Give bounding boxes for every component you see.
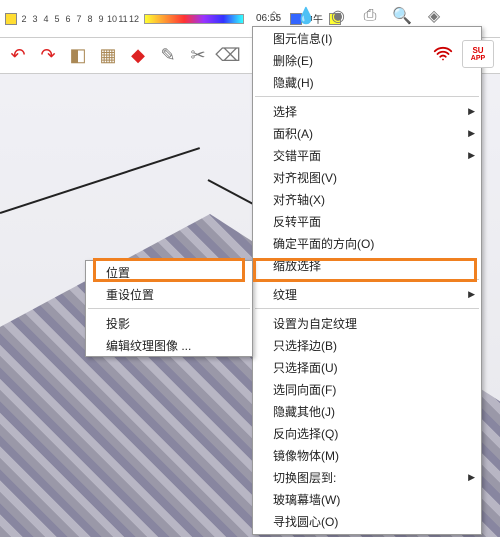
menu-item-label: 反转平面 <box>273 213 321 230</box>
menu-item[interactable]: 隐藏其他(J) <box>253 400 481 422</box>
layers-icon[interactable]: ◈ <box>420 2 448 30</box>
menu-item[interactable]: 只选择边(B) <box>253 334 481 356</box>
menu-item[interactable]: 选择 <box>253 100 481 122</box>
context-menu-texture-sub[interactable]: 位置重设位置投影编辑纹理图像 ... <box>85 260 253 357</box>
context-menu-main[interactable]: 图元信息(I) 删除(E) 隐藏(H) 选择面积(A) 交错平面对齐视图(V) 对齐轴(X… <box>252 26 482 535</box>
menu-item-label: 编辑纹理图像 ... <box>106 337 191 354</box>
ruler-tick: 8 <box>85 14 95 24</box>
menu-item[interactable]: 反转平面 <box>253 210 481 232</box>
menu-item-label: 选择 <box>273 103 297 120</box>
su-app-badge[interactable]: SUAPP <box>462 40 494 68</box>
menu-item-label: 纹理 <box>273 286 297 303</box>
grid-icon[interactable]: ▦ <box>94 42 122 70</box>
menu-separator <box>255 96 479 97</box>
menu-item-label: 对齐轴(X) <box>273 191 325 208</box>
menu-item-label: 只选择边(B) <box>273 337 337 354</box>
redo-arrow-icon[interactable]: ↷ <box>34 42 62 70</box>
menu-item-label: 位置 <box>106 264 130 281</box>
menu-item[interactable]: 只选择面(U) <box>253 356 481 378</box>
menu-item[interactable]: 隐藏(H) <box>253 71 481 93</box>
menu-item-label: 设置为自定纹理 <box>273 315 357 332</box>
globe-icon[interactable]: ◉ <box>324 2 352 30</box>
menu-item-label: 图元信息(I) <box>273 30 332 47</box>
house-icon[interactable]: ⌂ <box>260 2 288 30</box>
gradient-bar <box>144 14 244 24</box>
menu-item-label: 超级退出 <box>273 535 321 536</box>
ruler: 2 3 4 5 6 7 8 9 10 11 12 <box>4 13 248 25</box>
menu-item[interactable]: 玻璃幕墙(W) <box>253 488 481 510</box>
menu-item-label: 镜像物体(M) <box>273 447 339 464</box>
menu-item[interactable]: 面积(A) <box>253 122 481 144</box>
menu-item[interactable]: 编辑纹理图像 ... <box>86 334 252 356</box>
menu-item[interactable]: 重设位置 <box>86 283 252 305</box>
ruler-tick: 10 <box>107 14 117 24</box>
menu-item-label: 切换图层到: <box>273 469 336 486</box>
paint-bucket-icon[interactable]: 💧 <box>292 2 320 30</box>
menu-item[interactable]: 选同向面(F) <box>253 378 481 400</box>
menu-item-label: 交错平面 <box>273 147 321 164</box>
ruler-tick: 11 <box>118 14 128 24</box>
color-swatch <box>5 13 17 25</box>
menu-item[interactable]: 缩放选择 <box>253 254 481 276</box>
menu-item[interactable]: 位置 <box>86 261 252 283</box>
tool-b-icon[interactable]: ✂ <box>184 42 212 70</box>
menu-separator <box>88 308 250 309</box>
tool-a-icon[interactable]: ✎ <box>154 42 182 70</box>
menu-item-label: 只选择面(U) <box>273 359 338 376</box>
menu-item[interactable]: 投影 <box>86 312 252 334</box>
app-badge-top: SU <box>472 46 483 55</box>
menu-item[interactable]: 对齐轴(X) <box>253 188 481 210</box>
ruler-tick: 5 <box>52 14 62 24</box>
menu-item-label: 重设位置 <box>106 286 154 303</box>
ruler-tick: 6 <box>63 14 73 24</box>
menu-item-label: 缩放选择 <box>273 257 321 274</box>
menu-item[interactable]: 确定平面的方向(O) <box>253 232 481 254</box>
menu-item-label: 面积(A) <box>273 125 313 142</box>
tool-c-icon[interactable]: ⌫ <box>214 42 242 70</box>
undo-arrow-icon[interactable]: ↶ <box>4 42 32 70</box>
ruler-tick: 2 <box>19 14 29 24</box>
menu-item-label: 寻找圆心(O) <box>273 513 338 530</box>
menu-item[interactable]: 切换图层到: <box>253 466 481 488</box>
menu-item[interactable]: 超级退出 <box>253 532 481 535</box>
ruler-tick: 4 <box>41 14 51 24</box>
menu-item[interactable]: 设置为自定纹理 <box>253 312 481 334</box>
menu-separator <box>255 308 479 309</box>
edge-line <box>0 147 200 214</box>
print-icon[interactable]: ⎙ <box>356 2 384 30</box>
menu-item-label: 反向选择(Q) <box>273 425 338 442</box>
menu-item[interactable]: 纹理 <box>253 283 481 305</box>
ruler-tick: 7 <box>74 14 84 24</box>
menu-item-label: 对齐视图(V) <box>273 169 337 186</box>
menu-item-label: 确定平面的方向(O) <box>273 235 374 252</box>
menu-item[interactable]: 对齐视图(V) <box>253 166 481 188</box>
menu-item-label: 投影 <box>106 315 130 332</box>
menu-item-label: 删除(E) <box>273 52 313 69</box>
ruler-tick: 12 <box>129 14 139 24</box>
wifi-icon[interactable] <box>430 41 456 67</box>
menu-item[interactable]: 寻找圆心(O) <box>253 510 481 532</box>
menu-item-label: 选同向面(F) <box>273 381 336 398</box>
menu-item[interactable]: 镜像物体(M) <box>253 444 481 466</box>
menu-item[interactable]: 反向选择(Q) <box>253 422 481 444</box>
search-icon[interactable]: 🔍 <box>388 2 416 30</box>
menu-item[interactable]: 交错平面 <box>253 144 481 166</box>
menu-item-label: 隐藏(H) <box>273 74 314 91</box>
menu-item-label: 隐藏其他(J) <box>273 403 335 420</box>
menu-item-label: 玻璃幕墙(W) <box>273 491 340 508</box>
app-badge-bottom: APP <box>471 55 485 62</box>
top-icon-strip: ⌂💧◉⎙🔍◈ <box>260 2 448 30</box>
menu-separator <box>255 279 479 280</box>
ruler-tick: 3 <box>30 14 40 24</box>
paint-icon[interactable]: ◆ <box>124 42 152 70</box>
ruler-tick: 9 <box>96 14 106 24</box>
box-icon[interactable]: ◧ <box>64 42 92 70</box>
